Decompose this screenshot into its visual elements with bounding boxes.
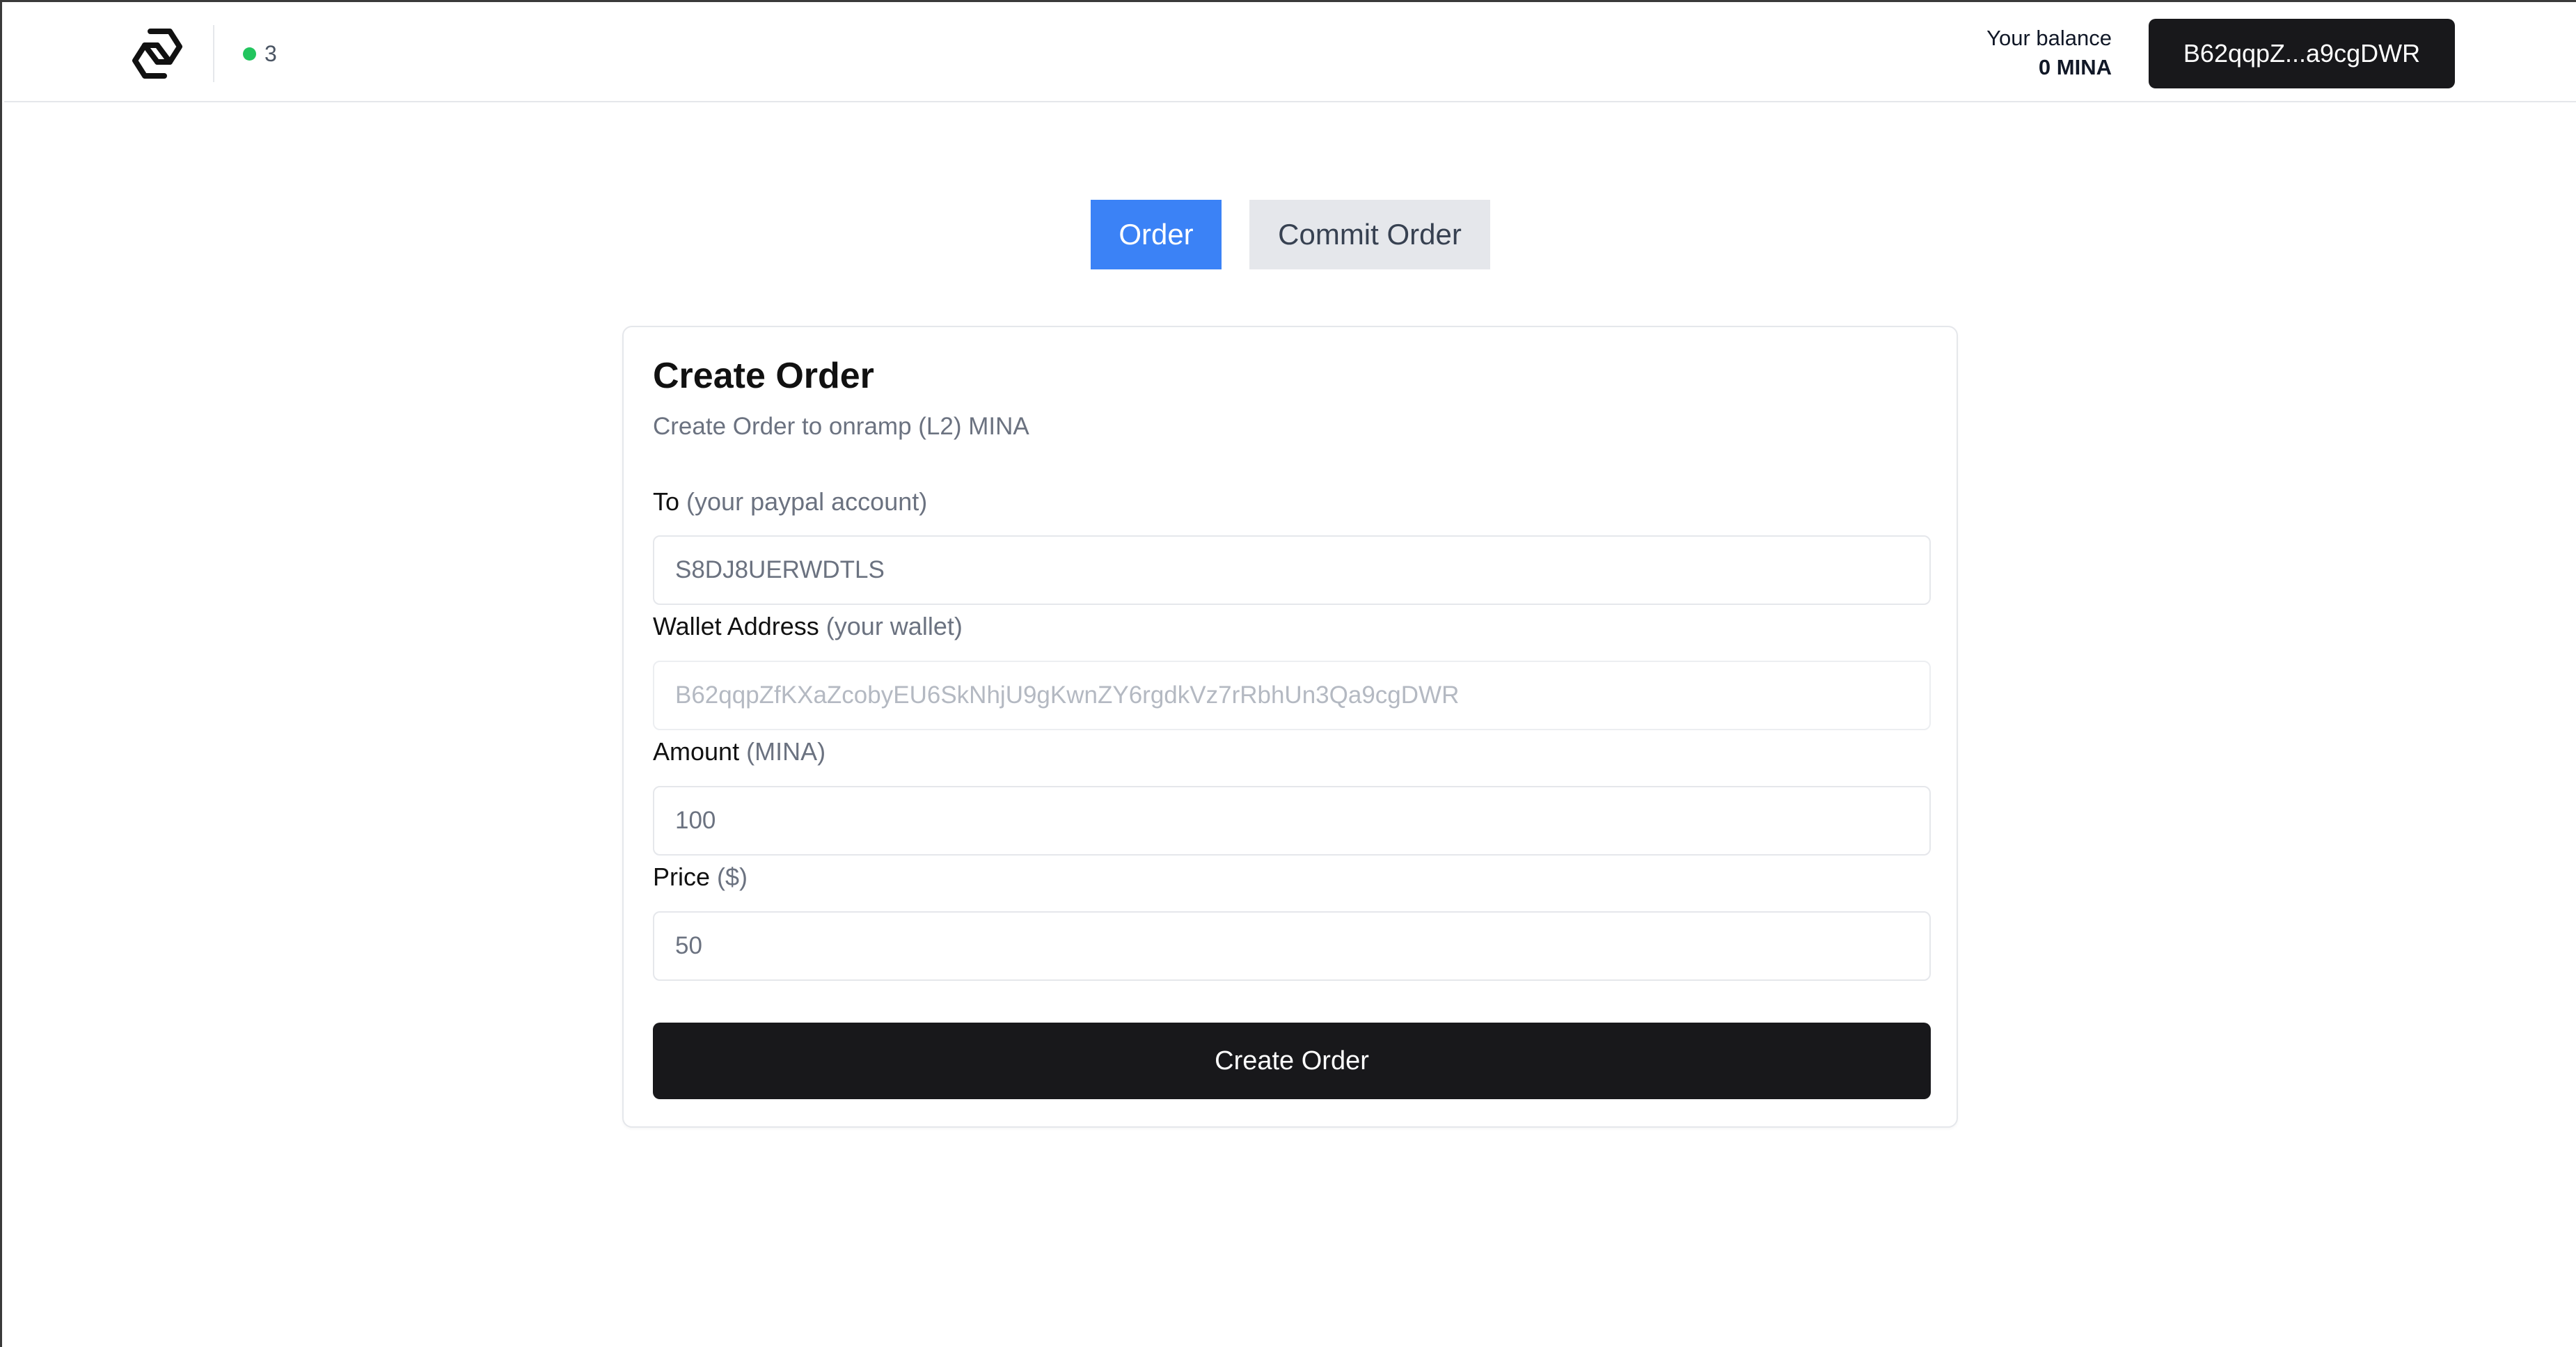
amount-value: 100 [675,807,716,834]
price-field-label: Price ($) [653,862,748,892]
status-dot-icon [243,47,256,61]
to-field-label: To (your paypal account) [653,487,927,517]
amount-field-label: Amount (MINA) [653,737,825,766]
tab-order[interactable]: Order [1091,200,1222,269]
paypal-account-value: S8DJ8UERWDTLS [675,556,885,583]
wallet-address-input: B62qqpZfKXaZcobyEU6SkNhjU9gKwnZY6rgdkVz7… [653,661,1931,730]
create-order-card: Create Order Create Order to onramp (L2)… [622,326,1958,1128]
create-order-button[interactable]: Create Order [653,1023,1931,1099]
block-height-value: 3 [264,41,277,66]
balance-display: Your balance 0 MINA [1986,24,2112,82]
block-height-indicator: 3 [243,41,277,67]
price-label-text: Price [653,862,711,891]
balance-value: 0 MINA [2038,54,2112,79]
price-input[interactable]: 50 [653,911,1931,981]
wallet-address-value: B62qqpZfKXaZcobyEU6SkNhjU9gKwnZY6rgdkVz7… [675,682,1460,709]
app-window: 3 Your balance 0 MINA B62qqpZ...a9cgDWR … [0,0,2576,1347]
wallet-address-button[interactable]: B62qqpZ...a9cgDWR [2149,19,2455,88]
top-header: 3 Your balance 0 MINA B62qqpZ...a9cgDWR [4,4,2576,102]
amount-input[interactable]: 100 [653,786,1931,856]
wallet-label-text: Wallet Address [653,612,819,640]
paypal-account-input[interactable]: S8DJ8UERWDTLS [653,535,1931,605]
tab-commit-order[interactable]: Commit Order [1249,200,1490,269]
header-divider [213,25,214,82]
card-title: Create Order [653,356,874,396]
wallet-field-label: Wallet Address (your wallet) [653,612,963,641]
to-label-hint: (your paypal account) [686,487,928,516]
amount-label-hint: (MINA) [746,737,826,766]
balance-label: Your balance [1986,26,2112,50]
chain-link-logo-icon[interactable] [129,26,185,81]
amount-label-text: Amount [653,737,740,766]
price-value: 50 [675,932,702,959]
to-label-text: To [653,487,680,516]
price-label-hint: ($) [717,862,748,891]
card-subtitle: Create Order to onramp (L2) MINA [653,413,1029,440]
wallet-label-hint: (your wallet) [825,612,963,640]
